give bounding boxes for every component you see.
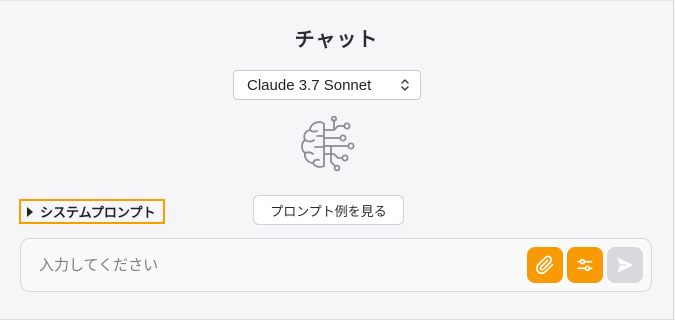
page-title: チャット xyxy=(294,27,379,51)
chat-input[interactable] xyxy=(37,255,527,275)
model-select-value: Claude 3.7 Sonnet xyxy=(247,76,372,94)
settings-button[interactable] xyxy=(567,247,603,283)
sliders-icon xyxy=(577,258,593,272)
chat-page: チャット Claude 3.7 Sonnet システムプロンプト プロンプト例を… xyxy=(0,0,674,320)
send-icon xyxy=(617,257,634,273)
chevron-up-down-icon xyxy=(400,78,410,92)
chat-input-bar xyxy=(20,238,652,292)
system-prompt-label: システムプロンプト xyxy=(40,206,156,221)
view-prompt-examples-button[interactable]: プロンプト例を見る xyxy=(253,195,404,225)
paperclip-icon xyxy=(535,255,554,275)
brain-circuit-icon xyxy=(298,115,360,172)
system-prompt-toggle[interactable]: システムプロンプト xyxy=(19,199,165,224)
triangle-right-icon xyxy=(27,206,33,217)
send-button[interactable] xyxy=(607,247,643,283)
model-select[interactable]: Claude 3.7 Sonnet xyxy=(233,70,421,100)
attach-file-button[interactable] xyxy=(527,247,563,283)
